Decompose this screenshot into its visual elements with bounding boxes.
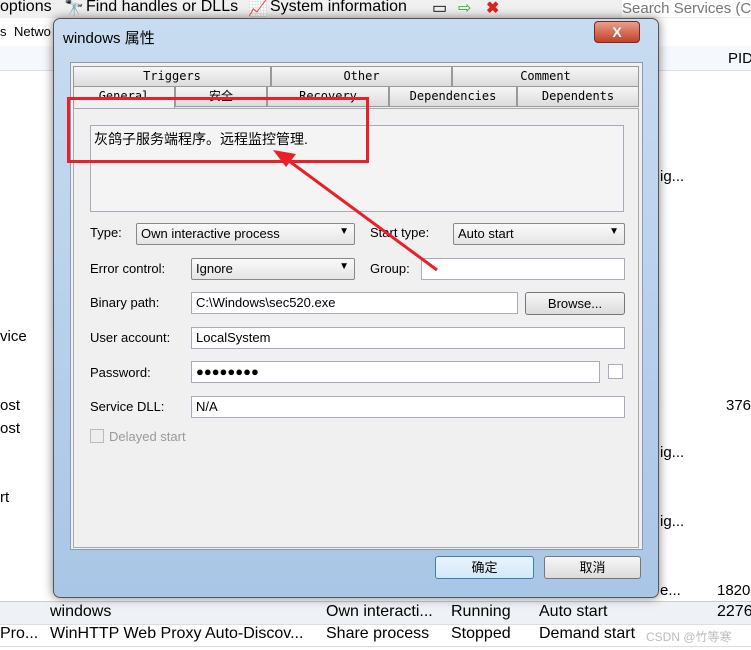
- annotation-arrow: [273, 150, 438, 272]
